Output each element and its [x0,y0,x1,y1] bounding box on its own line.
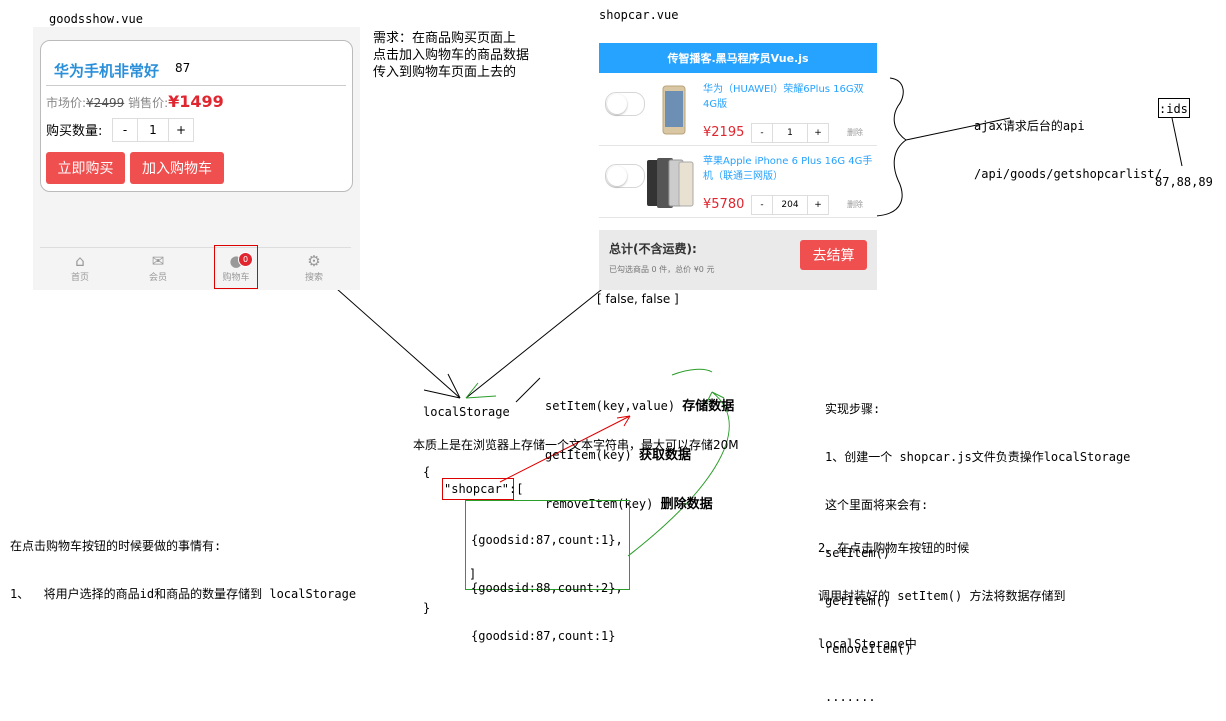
item-title[interactable]: 苹果Apple iPhone 6 Plus 16G 4G手机（联通三网版） [703,154,873,184]
market-price-label: 市场价: [46,96,87,110]
card-divider [46,85,346,86]
line-ids-to-value [1171,117,1183,167]
tab-member[interactable]: ✉ 会员 [128,252,188,283]
home-icon: ⌂ [75,252,85,270]
phone-image [647,158,694,208]
ajax-note: ajax请求后台的api /api/goods/getshopcarlist/ [974,86,1162,198]
tab-bar: ⌂ 首页 ✉ 会员 ● 购物车 ⚙ 搜索 [40,247,351,290]
left-note: 在点击购物车按钮的时候要做的事情有: 1、 将用户选择的商品id和商品的数量存储… [10,506,356,618]
json-open: { [423,465,431,479]
quantity-value[interactable]: 1 [138,119,169,141]
quantity-plus-button[interactable]: + [169,119,193,141]
step2-line: 调用封装好的 setItem() 方法将数据存储到 [818,589,1066,603]
json-close: } [423,601,431,615]
tab-member-label: 会员 [148,273,167,283]
item-delete-link[interactable]: 删除 [847,199,863,210]
item-minus-button[interactable]: - [752,124,773,142]
item-quantity-stepper[interactable]: - 204 + [751,195,829,215]
json-row: {goodsid:87,count:1} [471,629,616,643]
mail-icon: ✉ [151,252,165,270]
line-storage-tick [447,373,461,399]
line-storage-to-methods [515,377,541,403]
item-minus-button[interactable]: - [752,196,773,214]
steps-line: 1、创建一个 shopcar.js文件负责操作localStorage [825,450,1131,464]
item-select-toggle[interactable] [605,164,645,188]
item-price: ¥5780 [703,197,745,212]
ids-param: :ids [1159,102,1188,116]
list-brace [875,77,907,217]
item-select-toggle[interactable] [605,92,645,116]
goods-id: 87 [175,61,191,75]
item-price: ¥2195 [703,125,745,140]
price-row: 市场价:¥2499 销售价:¥1499 [46,92,224,111]
quantity-label: 购买数量: [46,124,103,139]
phone-image [662,85,686,135]
json-close-bracket: ] [469,567,477,581]
json-key: "shopcar":[ [444,482,524,496]
requirement-note: 需求：在商品购买页面上 点击加入购物车的商品数据 传入到购物车页面上去的 [373,30,529,81]
ajax-line: ajax请求后台的api [974,119,1085,133]
cart-tab-highlight [214,245,258,289]
shopcar-file-label: shopcar.vue [599,8,679,22]
green-arrow-storage [465,382,497,399]
localstorage-label: localStorage [423,405,510,419]
method-desc: 存储数据 [682,399,735,414]
quantity-stepper[interactable]: - 1 + [112,118,194,142]
cart-item: 苹果Apple iPhone 6 Plus 16G 4G手机（联通三网版） ¥5… [599,147,877,218]
total-title: 总计(不含运费): [609,242,697,256]
search-icon: ⚙ [307,252,321,270]
line-addcart-to-storage-2 [423,389,461,399]
market-price: ¥2499 [86,96,125,110]
json-rows: {goodsid:87,count:1}, {goodsid:88,count:… [471,500,623,660]
step2-note: 2、在点击购物车按钮的时候 调用封装好的 setItem() 方法将数据存储到 … [818,508,1065,668]
item-plus-button[interactable]: + [808,196,828,214]
tab-home-label: 首页 [70,273,89,283]
json-row: {goodsid:88,count:2}, [471,581,623,595]
quantity-minus-button[interactable]: - [113,119,138,141]
requirement-line: 传入到购物车页面上去的 [373,65,517,80]
ajax-line: /api/goods/getshopcarlist/ [974,167,1162,181]
steps-line: ....... [825,690,876,704]
item-quantity-stepper[interactable]: - 1 + [751,123,829,143]
tab-search[interactable]: ⚙ 搜索 [284,252,344,283]
left-note-line: 在点击购物车按钮的时候要做的事情有: [10,539,222,553]
ids-value: 87,88,89 [1155,175,1213,189]
checkout-button[interactable]: 去结算 [800,240,867,270]
total-summary: 已勾选商品 0 件，总价 ¥0 元 [609,265,715,274]
essence-note: 本质上是在浏览器上存储一个文本字符串，最大可以存储20M [413,438,739,452]
item-plus-button[interactable]: + [808,124,828,142]
goodsshow-file-label: goodsshow.vue [49,12,143,26]
item-quantity[interactable]: 1 [773,124,808,142]
add-to-cart-button[interactable]: 加入购物车 [130,152,224,184]
steps-line: 实现步骤: [825,402,881,416]
requirement-line: 点击加入购物车的商品数据 [373,48,530,63]
item-delete-link[interactable]: 删除 [847,127,863,138]
left-note-line: 1、 将用户选择的商品id和商品的数量存储到 localStorage [10,587,357,601]
item-title[interactable]: 华为（HUAWEI）荣耀6Plus 16G双4G版 [703,82,873,112]
goods-title: 华为手机非常好 [54,62,160,80]
tab-home[interactable]: ⌂ 首页 [50,252,110,283]
sale-price-label: 销售价: [128,96,169,110]
step2-line: localStorage中 [818,637,917,651]
buy-now-button[interactable]: 立即购买 [46,152,125,184]
shopcar-list: 华为（HUAWEI）荣耀6Plus 16G双4G版 ¥2195 - 1 + 删除… [599,73,877,230]
sale-price: ¥1499 [168,92,224,111]
cart-item: 华为（HUAWEI）荣耀6Plus 16G双4G版 ¥2195 - 1 + 删除 [599,75,877,146]
shopcar-header: 传智播客.黑马程序员Vue.js [599,43,877,73]
tab-search-label: 搜索 [304,273,323,283]
method-desc: 删除数据 [660,497,713,512]
method-set-item: setItem(key,value) 存储数据 [545,399,735,414]
false-pair-note: [ false, false ] [597,292,679,306]
requirement-line: 需求：在商品购买页面上 [373,31,517,46]
item-quantity[interactable]: 204 [773,196,808,214]
step2-line: 2、在点击购物车按钮的时候 [818,541,970,555]
json-row: {goodsid:87,count:1}, [471,533,623,547]
